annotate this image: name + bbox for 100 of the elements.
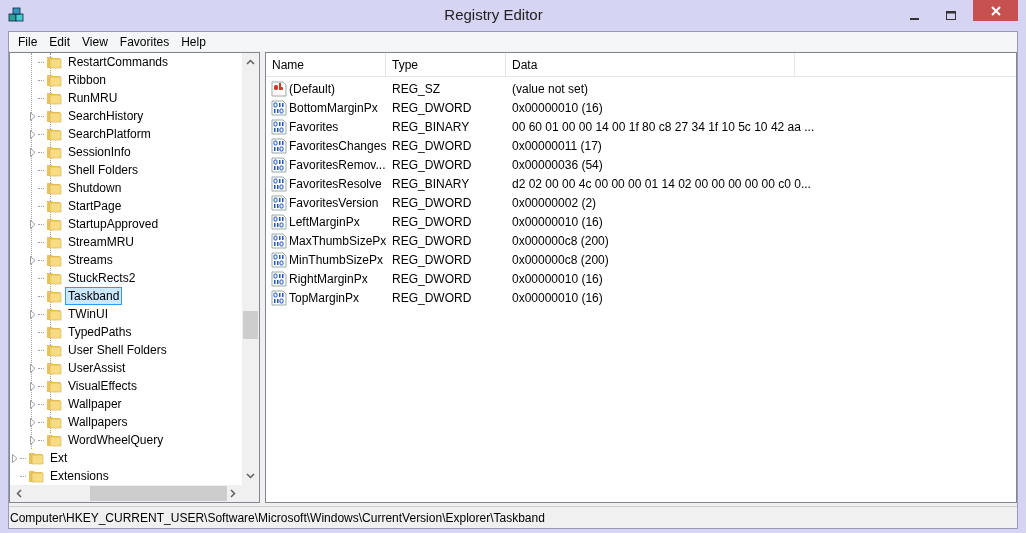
value-data: 0x00000002 (2) [512, 195, 597, 210]
menu-item[interactable]: Favorites [113, 32, 176, 51]
value-data: 0x00000011 (17) [512, 138, 602, 153]
binary-value-icon [271, 156, 287, 173]
value-name[interactable]: FavoritesRemov... [289, 155, 386, 174]
scroll-down-icon[interactable] [246, 473, 255, 479]
value-data: 0x00000010 (16) [512, 271, 603, 286]
folder-icon [46, 180, 62, 196]
expand-arrow-icon[interactable] [30, 363, 36, 373]
expand-arrow-icon[interactable] [30, 417, 36, 427]
expand-arrow-icon[interactable] [30, 399, 36, 409]
value-name[interactable]: Favorites [289, 117, 339, 136]
expand-arrow-icon[interactable] [30, 309, 36, 319]
folder-icon [28, 468, 44, 484]
tree-item[interactable]: VisualEffects [65, 377, 140, 395]
value-name[interactable]: MaxThumbSizePx [289, 231, 387, 250]
value-name[interactable]: (Default) [289, 79, 335, 98]
value-name[interactable]: MinThumbSizePx [289, 250, 384, 269]
value-name[interactable]: FavoritesResolve [289, 174, 382, 193]
tree-item[interactable]: Wallpaper [65, 395, 125, 413]
tree-item[interactable]: Shutdown [65, 179, 125, 197]
vertical-scrollbar[interactable] [242, 53, 259, 485]
binary-value-icon [271, 194, 287, 211]
folder-icon [46, 432, 62, 448]
tree-item[interactable]: Ext [47, 449, 71, 467]
value-type: REG_DWORD [392, 100, 472, 115]
value-name[interactable]: FavoritesChanges [289, 136, 387, 155]
menu-item[interactable]: View [76, 32, 114, 51]
tree-item[interactable]: StreamMRU [65, 233, 137, 251]
value-type: REG_BINARY [392, 176, 470, 191]
tree-item[interactable]: RunMRU [65, 89, 121, 107]
column-header[interactable]: Name [266, 53, 386, 76]
scrollbar-thumb[interactable] [90, 486, 227, 501]
value-data: 0x00000010 (16) [512, 100, 603, 115]
folder-icon [46, 324, 62, 340]
expand-arrow-icon[interactable] [30, 255, 36, 265]
folder-icon [46, 252, 62, 268]
folder-icon [46, 54, 62, 70]
value-type: REG_DWORD [392, 290, 472, 305]
tree-item[interactable]: Ribbon [65, 71, 110, 89]
tree-item[interactable]: Taskband [65, 287, 123, 305]
window-title: Registry Editor [443, 5, 544, 26]
tree-item[interactable]: Shell Folders [65, 161, 142, 179]
expand-arrow-icon[interactable] [30, 219, 36, 229]
folder-icon [46, 396, 62, 412]
folder-icon [46, 306, 62, 322]
folder-icon [46, 126, 62, 142]
value-data: 0x000000c8 (200) [512, 252, 609, 267]
folder-icon [46, 144, 62, 160]
scroll-up-icon[interactable] [246, 59, 255, 65]
binary-value-icon [271, 99, 287, 116]
expand-arrow-icon[interactable] [30, 381, 36, 391]
folder-icon [46, 90, 62, 106]
value-type: REG_DWORD [392, 195, 472, 210]
folder-icon [46, 288, 62, 304]
value-name[interactable]: BottomMarginPx [289, 98, 378, 117]
expand-arrow-icon[interactable] [30, 435, 36, 445]
value-name[interactable]: RightMarginPx [289, 269, 368, 288]
expand-arrow-icon[interactable] [12, 453, 18, 463]
tree-item[interactable]: Extensions [47, 467, 112, 485]
tree-item[interactable]: TypedPaths [65, 323, 135, 341]
menu-item[interactable]: Help [175, 32, 212, 51]
menu-item[interactable]: Edit [43, 32, 77, 51]
horizontal-scrollbar[interactable] [10, 485, 259, 502]
folder-icon [46, 162, 62, 178]
menu-item[interactable]: File [12, 32, 44, 51]
folder-icon [46, 234, 62, 250]
tree-item[interactable]: User Shell Folders [65, 341, 170, 359]
folder-icon [46, 198, 62, 214]
tree-item[interactable]: RestartCommands [65, 53, 172, 71]
tree-item[interactable]: TWinUI [65, 305, 111, 323]
tree-item[interactable]: UserAssist [65, 359, 129, 377]
expand-arrow-icon[interactable] [30, 129, 36, 139]
tree-item[interactable]: Streams [65, 251, 116, 269]
column-header[interactable]: Type [386, 53, 506, 76]
tree-item[interactable]: StartupApproved [65, 215, 162, 233]
expand-arrow-icon[interactable] [30, 111, 36, 121]
tree-item[interactable]: SessionInfo [65, 143, 134, 161]
value-name[interactable]: TopMarginPx [289, 288, 360, 307]
value-data: 0x000000c8 (200) [512, 233, 609, 248]
tree-item[interactable]: StartPage [65, 197, 125, 215]
value-data: 0x00000036 (54) [512, 157, 603, 172]
value-type: REG_DWORD [392, 214, 472, 229]
value-data: 0x00000010 (16) [512, 290, 603, 305]
tree-item[interactable]: SearchHistory [65, 107, 147, 125]
close-button[interactable] [973, 0, 1018, 21]
scroll-right-icon[interactable] [230, 489, 236, 498]
folder-icon [46, 378, 62, 394]
column-header[interactable]: Data [506, 53, 795, 76]
scroll-left-icon[interactable] [16, 489, 22, 498]
tree-item[interactable]: StuckRects2 [65, 269, 139, 287]
value-data: 0x00000010 (16) [512, 214, 603, 229]
value-name[interactable]: LeftMarginPx [289, 212, 360, 231]
tree-item[interactable]: SearchPlatform [65, 125, 154, 143]
folder-icon [46, 72, 62, 88]
expand-arrow-icon[interactable] [30, 147, 36, 157]
tree-item[interactable]: WordWheelQuery [65, 431, 167, 449]
tree-item[interactable]: Wallpapers [65, 413, 131, 431]
value-name[interactable]: FavoritesVersion [289, 193, 379, 212]
scrollbar-thumb[interactable] [243, 311, 258, 339]
